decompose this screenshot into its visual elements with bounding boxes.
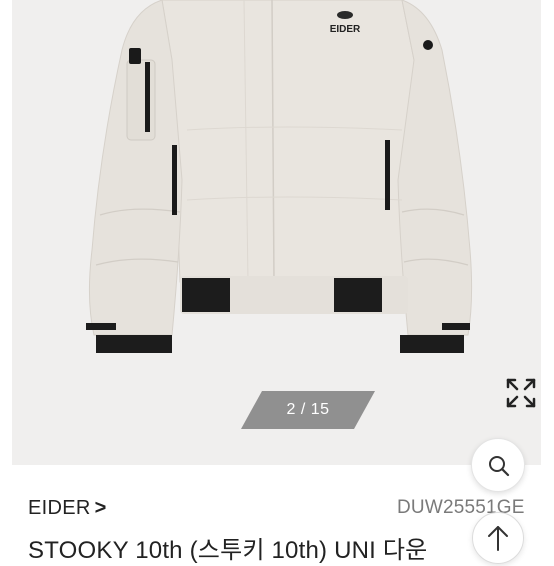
search-icon — [489, 456, 510, 477]
chest-logo: EIDER — [330, 24, 361, 35]
right-cuff — [400, 335, 464, 353]
image-counter: 2 / 15 — [241, 391, 375, 429]
chevron-right-icon: > — [94, 497, 107, 519]
expand-image-button[interactable] — [504, 376, 538, 410]
left-cuff — [96, 335, 172, 353]
sleeve-pocket — [126, 59, 156, 141]
arrow-up-icon — [488, 526, 508, 551]
expand-arrows-icon — [506, 378, 536, 408]
search-button[interactable] — [471, 438, 525, 492]
jacket-body — [161, 0, 415, 283]
scroll-to-top-button[interactable] — [472, 512, 524, 564]
product-image-gallery[interactable]: EIDER 2 / 15 — [12, 0, 541, 465]
brand-name: EIDER — [28, 497, 91, 519]
brand-link[interactable]: EIDER > — [28, 495, 107, 521]
product-title: STOOKY 10th (스투키 10th) UNI 다운 — [28, 537, 428, 564]
